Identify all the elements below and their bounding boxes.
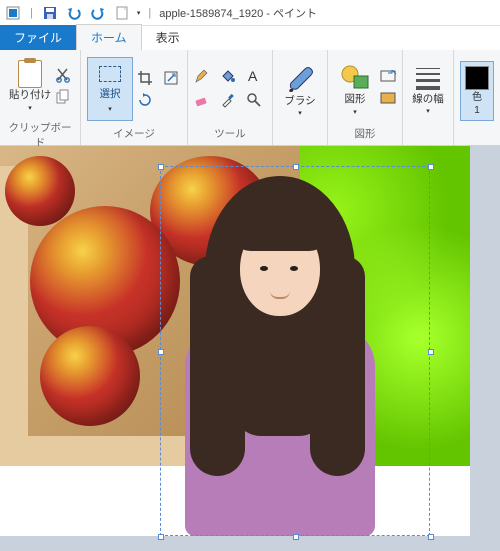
chevron-down-icon: ▾: [28, 104, 32, 112]
ribbon-tabs: ファイル ホーム 表示: [0, 26, 500, 50]
group-shapes: 図形 ▾ 図形: [328, 50, 403, 145]
linewidth-icon: [416, 66, 440, 92]
shapes-icon: [340, 62, 370, 92]
tab-home[interactable]: ホーム: [76, 24, 142, 50]
redo-icon[interactable]: [89, 4, 107, 22]
qat-dropdown-icon[interactable]: ▾: [137, 9, 141, 17]
window-title: apple-1589874_1920 - ペイント: [159, 5, 317, 21]
clipboard-icon: [18, 60, 42, 88]
svg-text:A: A: [248, 68, 258, 84]
selection-marquee[interactable]: [160, 166, 430, 536]
selection-handle[interactable]: [158, 534, 164, 540]
chevron-down-icon: ▾: [353, 108, 357, 116]
select-button[interactable]: 選択 ▾: [87, 57, 133, 121]
canvas-area[interactable]: [0, 146, 500, 551]
app-name: ペイント: [273, 8, 317, 20]
group-clipboard: 貼り付け ▾ クリップボード: [0, 50, 81, 145]
title-bar: | ▾ | apple-1589874_1920 - ペイント: [0, 0, 500, 26]
rotate-icon[interactable]: [137, 92, 153, 108]
selection-rect-icon: [99, 66, 121, 82]
selection-handle[interactable]: [428, 349, 434, 355]
pencil-icon[interactable]: [194, 68, 212, 86]
group-colors: 色 1: [454, 50, 500, 145]
separator: |: [30, 7, 33, 19]
selection-handle[interactable]: [428, 534, 434, 540]
select-label: 選択: [100, 86, 121, 101]
color1-label: 色: [472, 92, 482, 103]
ribbon: 貼り付け ▾ クリップボード 選択 ▾ イメージ: [0, 50, 500, 146]
image-group-label: イメージ: [87, 124, 181, 145]
magnifier-icon[interactable]: [246, 92, 264, 110]
shapes-button[interactable]: 図形 ▾: [334, 57, 376, 121]
bg-apple: [5, 156, 75, 226]
fill-icon[interactable]: [220, 68, 238, 86]
chevron-down-icon: ▾: [298, 109, 302, 117]
copy-icon[interactable]: [55, 89, 71, 105]
group-brushes: ブラシ ▾: [273, 50, 328, 145]
eraser-icon[interactable]: [194, 92, 212, 110]
selection-handle[interactable]: [158, 164, 164, 170]
shapes-group-label: 図形: [334, 124, 396, 145]
group-linewidth: 線の幅 ▾: [403, 50, 454, 145]
paste-button[interactable]: 貼り付け ▾: [9, 54, 51, 118]
selection-handle[interactable]: [428, 164, 434, 170]
shapes-label: 図形: [345, 94, 366, 106]
selection-handle[interactable]: [293, 534, 299, 540]
bg-apple: [40, 326, 140, 426]
crop-icon[interactable]: [137, 70, 153, 86]
app-menu-icon[interactable]: [4, 4, 22, 22]
group-image: 選択 ▾ イメージ: [81, 50, 188, 145]
save-icon[interactable]: [41, 4, 59, 22]
chevron-down-icon: ▾: [426, 107, 430, 115]
shape-fill-icon[interactable]: [380, 92, 396, 108]
brushes-button[interactable]: ブラシ ▾: [279, 59, 321, 123]
brushes-label: ブラシ: [284, 96, 315, 108]
doc-name: apple-1589874_1920: [159, 8, 263, 20]
tab-view[interactable]: 表示: [142, 25, 194, 50]
separator: |: [148, 7, 151, 19]
shape-outline-icon[interactable]: [380, 70, 396, 86]
tab-file[interactable]: ファイル: [0, 25, 76, 50]
selection-handle[interactable]: [158, 349, 164, 355]
cut-icon[interactable]: [55, 67, 71, 83]
group-tools: A ツール: [188, 50, 273, 145]
chevron-down-icon: ▾: [108, 105, 112, 113]
tools-group-label: ツール: [194, 124, 266, 145]
color1-num: 1: [474, 105, 480, 116]
brush-icon: [285, 64, 315, 94]
paste-label: 貼り付け: [9, 90, 51, 102]
eyedropper-icon[interactable]: [220, 92, 238, 110]
selection-handle[interactable]: [293, 164, 299, 170]
resize-icon[interactable]: [163, 70, 179, 86]
linewidth-label: 線の幅: [412, 94, 444, 106]
undo-icon[interactable]: [65, 4, 83, 22]
color1-swatch: [465, 66, 489, 90]
text-icon[interactable]: A: [246, 68, 264, 86]
color1-button[interactable]: 色 1: [460, 61, 494, 121]
linewidth-button[interactable]: 線の幅 ▾: [409, 59, 447, 123]
new-doc-icon[interactable]: [113, 4, 131, 22]
